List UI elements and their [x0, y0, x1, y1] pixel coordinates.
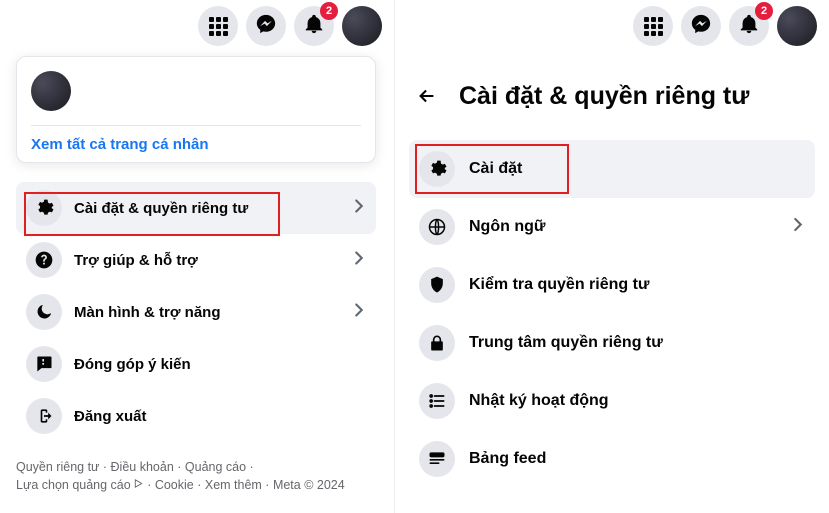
menu-item-label: Cài đặt [469, 160, 522, 178]
notifications-button[interactable]: 2 [729, 6, 769, 46]
menu-item-label: Đóng góp ý kiến [74, 356, 191, 373]
settings-menu: Cài đặt Ngôn ngữ Kiểm tra quyền riêng tư Tr… [409, 140, 815, 488]
menu-item-logout[interactable]: Đăng xuất [16, 390, 376, 442]
account-menu: Cài đặt & quyền riêng tư Trợ giúp & hỗ tr… [16, 182, 376, 442]
chevron-right-icon [348, 247, 370, 273]
divider [31, 125, 361, 126]
menu-item-feedback[interactable]: Đóng góp ý kiến [16, 338, 376, 390]
menu-item-label: Đăng xuất [74, 408, 147, 425]
logout-icon [26, 398, 62, 434]
footer-link[interactable]: Xem thêm [205, 478, 262, 492]
footer-links: Quyền riêng tư Điều khoản Quảng cáo Lựa chọ… [16, 458, 376, 496]
grid-icon [209, 17, 228, 36]
avatar-icon [777, 6, 817, 46]
menu-item-settings-privacy[interactable]: Cài đặt & quyền riêng tư [16, 182, 376, 234]
menu-grid-button[interactable] [633, 6, 673, 46]
moon-icon [26, 294, 62, 330]
grid-icon [644, 17, 663, 36]
left-pane: 2 Xem tất cả trang cá nhân Cài đặt & quy… [0, 0, 395, 513]
menu-item-label: Trợ giúp & hỗ trợ [74, 252, 198, 269]
footer-link[interactable]: Cookie [155, 478, 194, 492]
question-icon [26, 242, 62, 278]
menu-grid-button[interactable] [198, 6, 238, 46]
menu-item-activity-log[interactable]: Nhật ký hoạt động [409, 372, 815, 430]
arrow-left-icon [416, 85, 438, 107]
adchoices-icon [133, 476, 144, 495]
chevron-right-icon [787, 214, 809, 241]
gear-icon [419, 151, 455, 187]
account-avatar-button[interactable] [342, 6, 382, 46]
messenger-icon [690, 13, 712, 40]
menu-item-privacy-checkup[interactable]: Kiểm tra quyền riêng tư [409, 256, 815, 314]
menu-item-language[interactable]: Ngôn ngữ [409, 198, 815, 256]
menu-item-feed[interactable]: Bảng feed [409, 430, 815, 488]
menu-item-settings[interactable]: Cài đặt [409, 140, 815, 198]
messenger-icon [255, 13, 277, 40]
profile-avatar-icon [31, 71, 71, 111]
menu-item-label: Ngôn ngữ [469, 218, 545, 236]
list-icon [419, 383, 455, 419]
notifications-badge: 2 [755, 2, 773, 20]
back-button[interactable] [409, 78, 445, 114]
menu-item-label: Màn hình & trợ năng [74, 304, 220, 321]
avatar-icon [342, 6, 382, 46]
menu-item-help-support[interactable]: Trợ giúp & hỗ trợ [16, 234, 376, 286]
page-title: Cài đặt & quyền riêng tư [459, 82, 749, 111]
messenger-button[interactable] [681, 6, 721, 46]
see-all-profiles-link[interactable]: Xem tất cả trang cá nhân [31, 136, 209, 153]
lock-icon [419, 325, 455, 361]
menu-item-label: Trung tâm quyền riêng tư [469, 334, 663, 352]
footer-link-adchoices[interactable]: Lựa chọn quảng cáo [16, 476, 144, 495]
footer-link[interactable]: Quảng cáo [185, 460, 246, 474]
feedback-icon [26, 346, 62, 382]
notifications-button[interactable]: 2 [294, 6, 334, 46]
menu-item-label: Kiểm tra quyền riêng tư [469, 276, 650, 294]
feed-icon [419, 441, 455, 477]
menu-item-display-accessibility[interactable]: Màn hình & trợ năng [16, 286, 376, 338]
footer-link[interactable]: Điều khoản [111, 460, 174, 474]
top-icons-left: 2 [198, 6, 382, 46]
settings-header: Cài đặt & quyền riêng tư [409, 78, 815, 114]
footer-link[interactable]: Meta © 2024 [273, 478, 345, 492]
account-avatar-button[interactable] [777, 6, 817, 46]
chevron-right-icon [348, 195, 370, 221]
chevron-right-icon [348, 299, 370, 325]
lock-shield-icon [419, 267, 455, 303]
globe-icon [419, 209, 455, 245]
right-pane: 2 Cài đặt & quyền riêng tư Cài đặt Ngôn n… [395, 0, 829, 513]
notifications-badge: 2 [320, 2, 338, 20]
menu-item-privacy-center[interactable]: Trung tâm quyền riêng tư [409, 314, 815, 372]
top-icons-right: 2 [633, 6, 817, 46]
menu-item-label: Cài đặt & quyền riêng tư [74, 200, 248, 217]
menu-item-label: Bảng feed [469, 450, 546, 468]
gear-icon [26, 190, 62, 226]
footer-link[interactable]: Quyền riêng tư [16, 460, 99, 474]
messenger-button[interactable] [246, 6, 286, 46]
menu-item-label: Nhật ký hoạt động [469, 392, 609, 410]
profile-card: Xem tất cả trang cá nhân [16, 56, 376, 163]
profile-row[interactable] [31, 71, 361, 125]
